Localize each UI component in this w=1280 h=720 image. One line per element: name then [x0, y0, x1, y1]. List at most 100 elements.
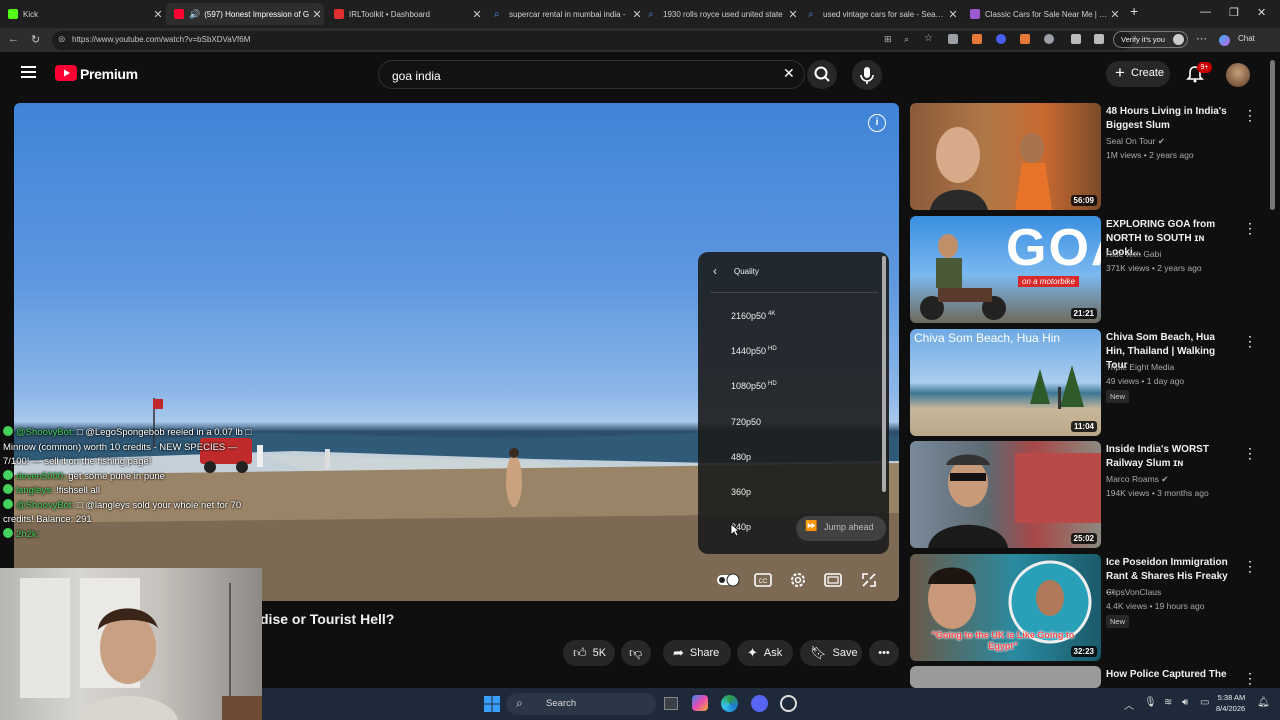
video-title[interactable]: How Police Captured The [1106, 668, 1236, 682]
task-view-icon[interactable] [664, 697, 678, 710]
history-icon[interactable] [1044, 34, 1054, 44]
recommended-video[interactable]: "Going to the UK is Like Going to Egypt"… [910, 554, 1265, 662]
quality-option-480p[interactable]: 480p [731, 452, 751, 462]
close-tab-icon[interactable]: ✕ [786, 8, 800, 21]
copilot-taskbar-icon[interactable] [692, 695, 708, 711]
taskbar-clock[interactable]: 5:38 AM 8/4/2026 [1216, 692, 1245, 714]
settings-gear-icon[interactable] [789, 571, 807, 589]
battery-icon[interactable]: ▭ [1200, 697, 1209, 708]
quality-option-1440p50[interactable]: 1440p50 HD [731, 346, 777, 356]
channel-name[interactable]: ClipsVonClaus [1106, 587, 1161, 597]
windows-start-icon[interactable] [484, 696, 500, 712]
close-tab-icon[interactable]: ✕ [1108, 8, 1122, 21]
close-tab-icon[interactable]: ✕ [946, 8, 960, 21]
browser-tab[interactable]: IRLToolkit • Dashboard ✕ [326, 3, 484, 25]
recommended-video[interactable]: 25:02 Inside India's WORST Railway Slum … [910, 441, 1265, 549]
browser-tab[interactable]: Classic Cars for Sale Near Me | Ca ✕ [962, 3, 1122, 25]
more-vertical-icon[interactable]: ⋮ [1243, 220, 1257, 236]
video-title[interactable]: 48 Hours Living in India's Biggest Slum [1106, 105, 1236, 133]
video-thumbnail[interactable]: Chiva Som Beach, Hua Hin 11:04 [910, 329, 1101, 436]
create-button[interactable]: + Create [1106, 61, 1170, 87]
brand-label[interactable]: Premium [80, 66, 138, 82]
channel-name[interactable]: Ride with Gabi [1106, 249, 1161, 259]
notification-center-icon[interactable]: 🔔︎ [1257, 697, 1270, 708]
more-vertical-icon[interactable]: ⋮ [1243, 445, 1257, 461]
close-tab-icon[interactable]: ✕ [151, 8, 165, 21]
discord-icon[interactable] [751, 695, 768, 712]
video-thumbnail[interactable]: 25:02 [910, 441, 1101, 548]
theater-mode-icon[interactable] [824, 571, 842, 589]
browser-tab[interactable]: ⌕ supercar rental in mumbai india - ✕ [486, 3, 644, 25]
wifi-icon[interactable]: ≋ [1164, 697, 1172, 708]
chat-button[interactable]: Chat [1238, 34, 1255, 43]
close-tab-icon[interactable]: ✕ [470, 8, 484, 21]
volume-icon[interactable]: 🔊︎ [1182, 697, 1188, 708]
more-vertical-icon[interactable]: ⋮ [1243, 670, 1257, 686]
extensions-puzzle-icon[interactable] [1071, 34, 1081, 44]
search-input[interactable]: goa india [378, 60, 805, 89]
quality-menu-scrollbar[interactable] [882, 256, 886, 492]
back-icon[interactable]: ← [8, 33, 19, 45]
download-icon[interactable] [1020, 34, 1030, 44]
restore-icon[interactable]: ❐ [1229, 6, 1239, 19]
like-button[interactable]: 👍︎ 5K [563, 640, 615, 666]
autoplay-toggle[interactable] [716, 571, 740, 589]
obs-icon[interactable] [780, 695, 797, 712]
account-avatar[interactable] [1226, 63, 1250, 87]
recommended-video[interactable]: How Police Captured The ⋮ [910, 666, 1265, 688]
share-button[interactable]: ➦ Share [663, 640, 731, 666]
channel-name[interactable]: Triple Eight Media [1106, 362, 1174, 372]
voice-search-button[interactable] [852, 60, 882, 90]
extension-shield-icon[interactable] [948, 34, 958, 44]
page-scrollbar[interactable] [1270, 60, 1275, 210]
edge-browser-icon[interactable] [721, 695, 738, 712]
channel-name[interactable]: Seal On Tour ✔ [1106, 136, 1165, 147]
video-thumbnail[interactable]: 56:09 [910, 103, 1101, 210]
bookmark-star-icon[interactable]: ☆ [924, 33, 933, 44]
browser-tab[interactable]: ⌕ used vintage cars for sale - Search ✕ [800, 3, 960, 25]
captions-icon[interactable]: CC [754, 571, 772, 589]
recommended-video[interactable]: 56:09 48 Hours Living in India's Biggest… [910, 103, 1265, 211]
dislike-button[interactable]: 👎︎ [621, 640, 651, 666]
reload-icon[interactable]: ↻ [31, 33, 40, 46]
info-icon[interactable]: i [868, 114, 886, 132]
copilot-icon[interactable] [1219, 35, 1230, 46]
video-thumbnail[interactable] [910, 666, 1101, 688]
new-tab-icon[interactable]: + [1130, 3, 1138, 19]
minimize-icon[interactable]: — [1200, 6, 1211, 18]
taskbar-search[interactable]: ⌕ Search [506, 693, 656, 715]
fullscreen-icon[interactable] [860, 571, 878, 589]
youtube-logo-icon[interactable] [55, 65, 77, 81]
browser-tab-active[interactable]: 🔊 (597) Honest Impression of G ✕ [166, 3, 324, 25]
menu-icon[interactable] [21, 66, 36, 78]
more-vertical-icon[interactable]: ⋮ [1243, 333, 1257, 349]
browser-tab[interactable]: Kick ✕ [0, 3, 165, 25]
more-menu-icon[interactable]: ⋯ [1196, 32, 1207, 45]
browser-tab[interactable]: ⌕ 1930 rolls royce used united state ✕ [640, 3, 800, 25]
quality-option-2160p50[interactable]: 2160p50 4K [731, 311, 775, 321]
video-thumbnail[interactable]: GOA on a motorbike 21:21 [910, 216, 1101, 323]
ask-button[interactable]: ✦ Ask [737, 640, 793, 666]
channel-name[interactable]: Marco Roams ✔ [1106, 474, 1168, 485]
video-thumbnail[interactable]: "Going to the UK is Like Going to Egypt"… [910, 554, 1101, 661]
extension-circle-icon[interactable] [996, 34, 1006, 44]
more-vertical-icon[interactable]: ⋮ [1243, 107, 1257, 123]
jump-ahead-button[interactable]: ⏩ Jump ahead [796, 516, 886, 541]
recommended-video[interactable]: GOA on a motorbike 21:21 EXPLORING GOA f… [910, 216, 1265, 324]
clear-search-icon[interactable]: ✕ [783, 65, 795, 82]
close-tab-icon[interactable]: ✕ [310, 8, 324, 21]
recommended-video[interactable]: Chiva Som Beach, Hua Hin 11:04 Chiva Som… [910, 329, 1265, 437]
microphone-tray-icon[interactable]: 🎙︎ [1144, 697, 1157, 708]
speaker-icon[interactable]: 🔊 [189, 9, 200, 20]
video-title[interactable]: Inside India's WORST Railway Slum ɪɴ [1106, 443, 1236, 471]
favorites-icon[interactable] [1094, 34, 1104, 44]
close-window-icon[interactable]: ✕ [1257, 6, 1266, 19]
quality-option-1080p50[interactable]: 1080p50 HD [731, 381, 777, 391]
quality-option-720p50[interactable]: 720p50 [731, 417, 761, 427]
profile-verify-button[interactable]: Verify it's you [1113, 31, 1188, 48]
install-app-icon[interactable]: ⊞ [884, 34, 892, 45]
address-bar[interactable]: ⊜ https://www.youtube.com/watch?v=bSbXDV… [52, 31, 1132, 50]
more-vertical-icon[interactable]: ⋮ [1243, 558, 1257, 574]
save-button[interactable]: 🔖︎ Save [800, 640, 862, 666]
tray-overflow-icon[interactable]: ︿ [1124, 697, 1134, 712]
